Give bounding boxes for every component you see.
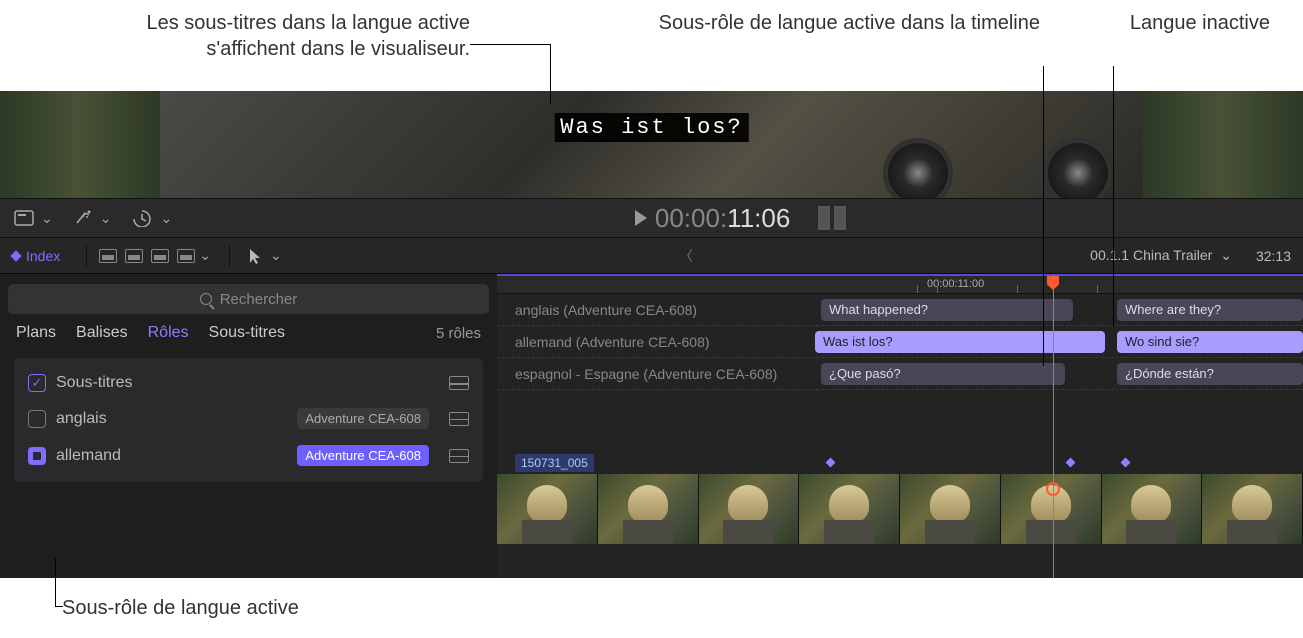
timeline-ruler[interactable]: 00:00:11:00 bbox=[497, 274, 1303, 294]
search-icon bbox=[200, 293, 212, 305]
select-tool-button[interactable]: ⌄ bbox=[248, 247, 282, 265]
caption-clip[interactable]: Where are they? bbox=[1117, 299, 1303, 321]
toolbar: ⌄ ⌄ ⌄ 00:00:11:06 bbox=[0, 198, 1303, 238]
role-german[interactable]: allemand Adventure CEA-608 bbox=[14, 437, 483, 474]
timeline-toolbar: Index ⌄ ⌄ 〈 00.1.1 China Trailer ⌄ 32:13 bbox=[0, 238, 1303, 274]
retime-button[interactable]: ⌄ bbox=[131, 209, 172, 227]
caption-clip[interactable]: Wo sind sie? bbox=[1117, 331, 1303, 353]
caption-lane-english[interactable]: anglais (Adventure CEA-608) What happene… bbox=[497, 294, 1303, 326]
checkbox-icon[interactable] bbox=[28, 447, 46, 465]
caption-clip[interactable]: Was ist los? bbox=[815, 331, 1105, 353]
annotation-inactive-lang: Langue inactive bbox=[1070, 10, 1270, 36]
skimmer-handle-icon bbox=[1046, 482, 1060, 496]
role-captions[interactable]: ✓ Sous-titres bbox=[14, 366, 483, 400]
caption-clip[interactable]: What happened? bbox=[821, 299, 1073, 321]
caption-clip[interactable]: ¿Dónde están? bbox=[1117, 363, 1303, 385]
lane-label: espagnol - Espagne (Adventure CEA-608) bbox=[497, 366, 817, 382]
viewer: Was ist los? bbox=[0, 91, 1303, 198]
role-label: allemand bbox=[56, 447, 121, 465]
role-label: Sous-titres bbox=[56, 374, 132, 392]
video-track[interactable]: 150731_005 bbox=[497, 454, 1303, 472]
lane-label: anglais (Adventure CEA-608) bbox=[497, 302, 817, 318]
tab-soustitres[interactable]: Sous-titres bbox=[209, 324, 285, 342]
roles-list: ✓ Sous-titres anglais Adventure CEA-608 … bbox=[14, 358, 483, 482]
search-input[interactable]: Rechercher bbox=[8, 284, 489, 314]
viewer-caption: Was ist los? bbox=[554, 113, 748, 142]
play-icon bbox=[635, 210, 647, 226]
lane-label: allemand (Adventure CEA-608) bbox=[497, 334, 817, 350]
ruler-timecode: 00:00:11:00 bbox=[927, 278, 984, 290]
lane-toggle-icon[interactable] bbox=[449, 449, 469, 463]
append-clip-button[interactable] bbox=[151, 249, 169, 263]
checkbox-icon[interactable]: ✓ bbox=[28, 374, 46, 392]
timecode-display[interactable]: 00:00:11:06 bbox=[635, 203, 846, 234]
project-duration: 32:13 bbox=[1256, 248, 1291, 264]
caption-lane-spanish[interactable]: espagnol - Espagne (Adventure CEA-608) ¿… bbox=[497, 358, 1303, 390]
annotation-active-subrole: Sous-rôle de langue active dans la timel… bbox=[560, 10, 1040, 36]
lane-toggle-icon[interactable] bbox=[449, 376, 469, 390]
role-label: anglais bbox=[56, 410, 107, 428]
role-english[interactable]: anglais Adventure CEA-608 bbox=[14, 400, 483, 437]
caption-clip[interactable]: ¿Que pasó? bbox=[821, 363, 1065, 385]
overwrite-clip-button[interactable]: ⌄ bbox=[177, 247, 211, 264]
playhead[interactable] bbox=[1053, 274, 1054, 578]
index-panel: Rechercher Plans Balises Rôles Sous-titr… bbox=[0, 274, 497, 578]
effects-button[interactable]: ⌄ bbox=[73, 209, 112, 227]
project-title[interactable]: 00.1.1 China Trailer ⌄ bbox=[1090, 247, 1232, 264]
timeline[interactable]: 00:00:11:00 anglais (Adventure CEA-608) … bbox=[497, 274, 1303, 578]
caption-lane-german[interactable]: allemand (Adventure CEA-608) Was ist los… bbox=[497, 326, 1303, 358]
lane-toggle-icon[interactable] bbox=[449, 412, 469, 426]
tab-roles[interactable]: Rôles bbox=[148, 324, 189, 342]
clip-name[interactable]: 150731_005 bbox=[515, 454, 594, 472]
role-badge: Adventure CEA-608 bbox=[297, 408, 429, 429]
annotation-active-subrole-bottom: Sous-rôle de langue active bbox=[62, 595, 462, 621]
tab-balises[interactable]: Balises bbox=[76, 324, 128, 342]
audio-meters-icon bbox=[818, 206, 846, 230]
checkbox-icon[interactable] bbox=[28, 410, 46, 428]
tab-plans[interactable]: Plans bbox=[16, 324, 56, 342]
annotation-viewer-caption: Les sous-titres dans la langue active s'… bbox=[110, 10, 470, 62]
insert-clip-button[interactable] bbox=[125, 249, 143, 263]
roles-count: 5 rôles bbox=[436, 325, 481, 342]
index-button[interactable]: Index bbox=[12, 248, 60, 264]
clip-appearance-button[interactable]: ⌄ bbox=[14, 210, 53, 227]
connect-clip-button[interactable] bbox=[99, 249, 117, 263]
role-badge: Adventure CEA-608 bbox=[297, 445, 429, 466]
prev-edit-button[interactable]: 〈 bbox=[679, 246, 693, 266]
